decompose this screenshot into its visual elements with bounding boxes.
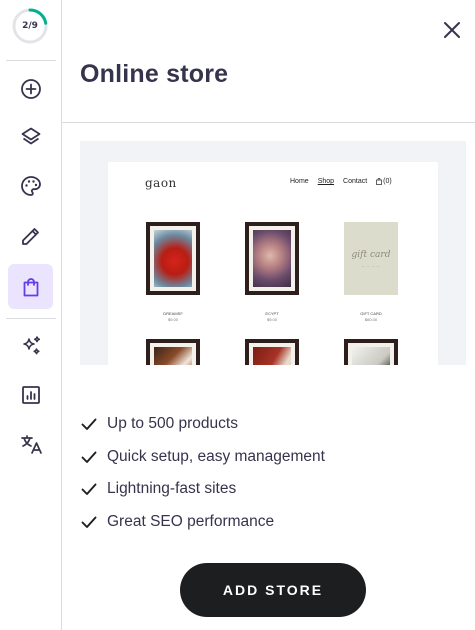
add-circle-icon <box>20 78 41 99</box>
product-price: $9.00 <box>167 317 178 322</box>
sidebar-styles-button[interactable] <box>8 163 53 208</box>
shopping-bag-icon <box>23 277 38 296</box>
sidebar-store-button[interactable] <box>8 264 53 309</box>
preview-cart-count: (0) <box>383 178 392 185</box>
store-preview-image: gaon Home Shop Contact (0) gift card — —… <box>80 141 466 365</box>
panel-title: Online store <box>80 60 229 88</box>
feature-label: Lightning-fast sites <box>107 480 237 498</box>
sidebar-edit-button[interactable] <box>8 213 53 258</box>
product-image-gift-card: gift card — — — — <box>344 222 398 295</box>
product-image-dreamsf <box>146 222 200 295</box>
product-image <box>344 339 398 365</box>
feature-item: Up to 500 products <box>80 408 325 441</box>
palette-icon <box>20 175 41 196</box>
product-price: $9.00 <box>266 317 277 322</box>
translate-icon <box>20 434 42 454</box>
feature-item: Quick setup, easy management <box>80 441 325 474</box>
feature-label: Great SEO performance <box>107 512 275 530</box>
sidebar-divider <box>6 318 56 319</box>
sparkles-icon <box>22 335 40 354</box>
product-price: $60.00 <box>364 317 378 322</box>
feature-label: Quick setup, easy management <box>107 447 325 465</box>
checkmark-icon <box>81 516 97 528</box>
add-store-button[interactable]: ADD STORE <box>180 563 366 617</box>
feature-list: Up to 500 products Quick setup, easy man… <box>80 408 325 538</box>
pencil-icon <box>21 227 39 245</box>
product-image <box>146 339 200 365</box>
sidebar-divider <box>6 60 56 61</box>
preview-nav-cart: (0) <box>376 178 392 185</box>
setup-progress-indicator[interactable]: 2/9 <box>11 7 49 45</box>
sidebar-add-button[interactable] <box>8 66 53 111</box>
close-icon <box>444 22 460 38</box>
product-name: GIFT CARD <box>360 311 382 316</box>
checkmark-icon <box>81 451 97 463</box>
preview-nav: Home Shop Contact (0) <box>290 178 392 185</box>
panel-divider <box>62 122 475 123</box>
layers-icon <box>21 127 40 144</box>
preview-nav-contact: Contact <box>343 178 368 185</box>
sidebar: 2/9 <box>0 0 62 630</box>
feature-item: Lightning-fast sites <box>80 473 325 506</box>
gift-card-image-text: gift card <box>351 249 391 260</box>
preview-logo: gaon <box>145 176 177 190</box>
store-preview-page: gaon Home Shop Contact (0) gift card — —… <box>108 162 438 365</box>
product-image <box>245 339 299 365</box>
feature-item: Great SEO performance <box>80 506 325 539</box>
product-name: ECYPT <box>265 311 279 316</box>
sidebar-analytics-button[interactable] <box>8 372 53 417</box>
feature-label: Up to 500 products <box>107 415 238 433</box>
checkmark-icon <box>81 418 97 431</box>
analytics-icon <box>21 385 40 404</box>
cart-icon <box>376 178 383 185</box>
close-button[interactable] <box>440 18 464 42</box>
sidebar-layers-button[interactable] <box>8 114 53 159</box>
checkmark-icon <box>81 483 97 496</box>
sidebar-ai-button[interactable] <box>8 323 53 368</box>
preview-nav-shop: Shop <box>317 178 335 185</box>
sidebar-translate-button[interactable] <box>8 421 53 466</box>
product-image-ecypt <box>245 222 299 295</box>
product-name: DREAMSF <box>163 311 183 316</box>
preview-nav-home: Home <box>290 178 309 185</box>
progress-text: 2/9 <box>22 21 38 31</box>
